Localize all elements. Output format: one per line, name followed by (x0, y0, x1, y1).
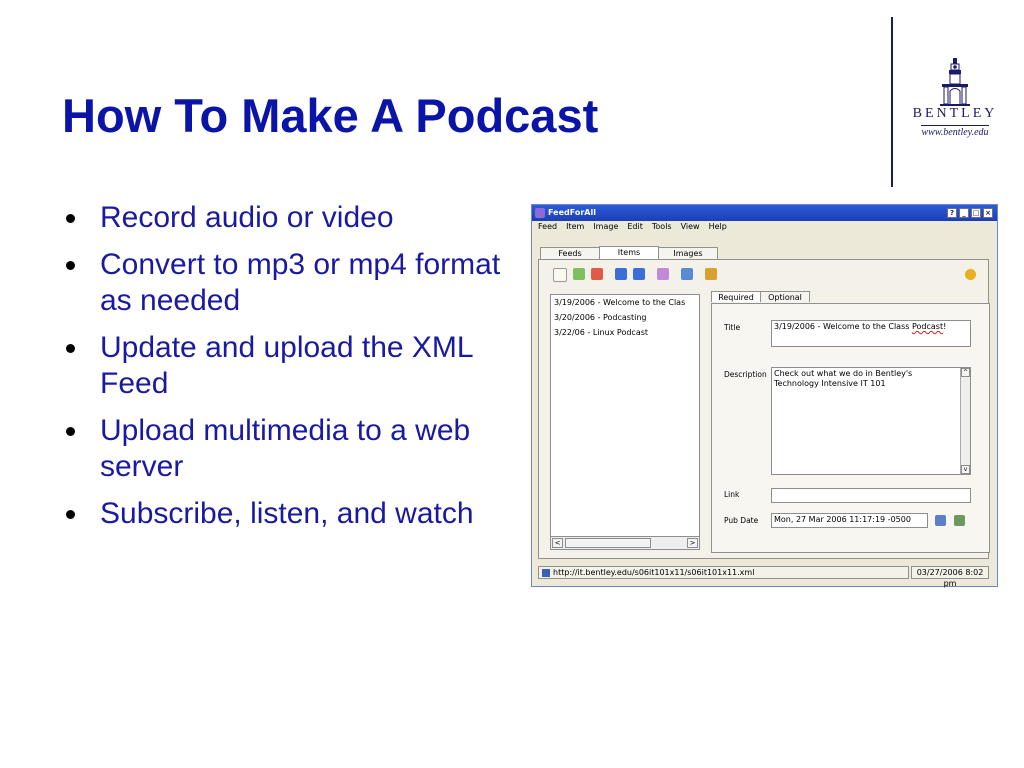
list-item[interactable]: 3/22/06 - Linux Podcast (551, 325, 699, 340)
menu-help[interactable]: Help (709, 221, 727, 233)
help-window-icon[interactable]: ? (947, 208, 957, 218)
items-panel: 3/19/2006 - Welcome to the Clas 3/20/200… (538, 259, 990, 559)
tab-items[interactable]: Items (599, 246, 659, 259)
menu-bar: Feed Item Image Edit Tools View Help (532, 221, 997, 233)
toolbar (553, 268, 717, 282)
publish-icon[interactable] (705, 268, 717, 280)
copy-item-icon[interactable] (573, 268, 585, 280)
link-field[interactable] (771, 488, 971, 503)
scroll-right-icon[interactable]: > (687, 538, 698, 548)
scroll-left-icon[interactable]: < (552, 538, 563, 548)
menu-view[interactable]: View (681, 221, 700, 233)
bullet-item: Subscribe, listen, and watch (62, 496, 502, 532)
calendar-icon[interactable] (935, 515, 946, 526)
feedforall-window: FeedForAll ? _ □ × Feed Item Image Edit … (531, 204, 998, 588)
scroll-up-icon[interactable]: ^ (961, 368, 970, 377)
bullet-dot-icon (66, 344, 75, 353)
item-form: Title 3/19/2006 - Welcome to the Class P… (711, 303, 990, 553)
bullet-dot-icon (66, 510, 75, 519)
link-label: Link (724, 490, 740, 499)
divider-line (891, 17, 893, 187)
bullet-dot-icon (66, 261, 75, 270)
app-icon (535, 208, 545, 218)
move-down-icon[interactable] (633, 268, 645, 280)
window-titlebar[interactable]: FeedForAll ? _ □ × (532, 205, 997, 221)
now-date-icon[interactable] (954, 515, 965, 526)
list-item[interactable]: 3/20/2006 - Podcasting (551, 310, 699, 325)
description-field[interactable]: Check out what we do in Bentley's Techno… (771, 367, 971, 475)
bullet-dot-icon (66, 427, 75, 436)
item-list: 3/19/2006 - Welcome to the Clas 3/20/200… (550, 294, 700, 550)
maximize-icon[interactable]: □ (971, 208, 981, 218)
clock-tower-icon (940, 58, 970, 106)
tab-feeds[interactable]: Feeds (540, 247, 600, 259)
logo-name: BENTLEY (912, 106, 998, 121)
scroll-thumb[interactable] (565, 538, 651, 548)
move-up-icon[interactable] (615, 268, 627, 280)
help-icon[interactable] (965, 269, 976, 280)
status-url: http://it.bentley.edu/s06it101x11/s06it1… (538, 566, 909, 579)
status-bar: http://it.bentley.edu/s06it101x11/s06it1… (538, 566, 989, 588)
tab-images[interactable]: Images (658, 247, 718, 259)
window-title: FeedForAll (548, 208, 596, 217)
bullet-item: Upload multimedia to a web server (62, 413, 502, 485)
bentley-logo: BENTLEY www.bentley.edu (905, 58, 1005, 150)
preview-icon[interactable] (681, 268, 693, 280)
delete-item-icon[interactable] (591, 268, 603, 280)
description-scrollbar[interactable]: ^ v (960, 368, 970, 474)
minimize-icon[interactable]: _ (959, 208, 969, 218)
horizontal-scrollbar[interactable]: < > (550, 536, 700, 550)
bullet-list: Record audio or video Convert to mp3 or … (62, 200, 502, 543)
save-disk-icon (542, 569, 550, 577)
pubdate-label: Pub Date (724, 516, 759, 525)
description-label: Description (724, 370, 767, 379)
menu-edit[interactable]: Edit (627, 221, 643, 233)
bullet-dot-icon (66, 214, 75, 223)
tab-required[interactable]: Required (711, 291, 761, 302)
detail-tabs: Required Optional (711, 291, 810, 302)
bullet-item: Record audio or video (62, 200, 502, 236)
status-date: 03/27/2006 8:02 pm (911, 566, 989, 588)
bullet-item: Update and upload the XML Feed (62, 330, 502, 402)
bullet-item: Convert to mp3 or mp4 format as needed (62, 247, 502, 319)
pubdate-field[interactable]: Mon, 27 Mar 2006 11:17:19 -0500 (771, 513, 928, 528)
scroll-down-icon[interactable]: v (961, 465, 970, 474)
title-field[interactable]: 3/19/2006 - Welcome to the Class Podcast… (771, 320, 971, 347)
edit-icon[interactable] (657, 268, 669, 280)
menu-image[interactable]: Image (593, 221, 618, 233)
close-icon[interactable]: × (983, 208, 993, 218)
menu-feed[interactable]: Feed (538, 221, 557, 233)
menu-tools[interactable]: Tools (652, 221, 672, 233)
new-item-icon[interactable] (553, 268, 567, 282)
logo-url: www.bentley.edu (921, 125, 989, 138)
main-tabs: Feeds Items Images (540, 246, 718, 259)
tab-optional[interactable]: Optional (760, 291, 810, 302)
slide-title: How To Make A Podcast (62, 89, 599, 142)
list-item[interactable]: 3/19/2006 - Welcome to the Clas (551, 295, 699, 310)
title-label: Title (724, 323, 741, 332)
menu-item[interactable]: Item (566, 221, 584, 233)
